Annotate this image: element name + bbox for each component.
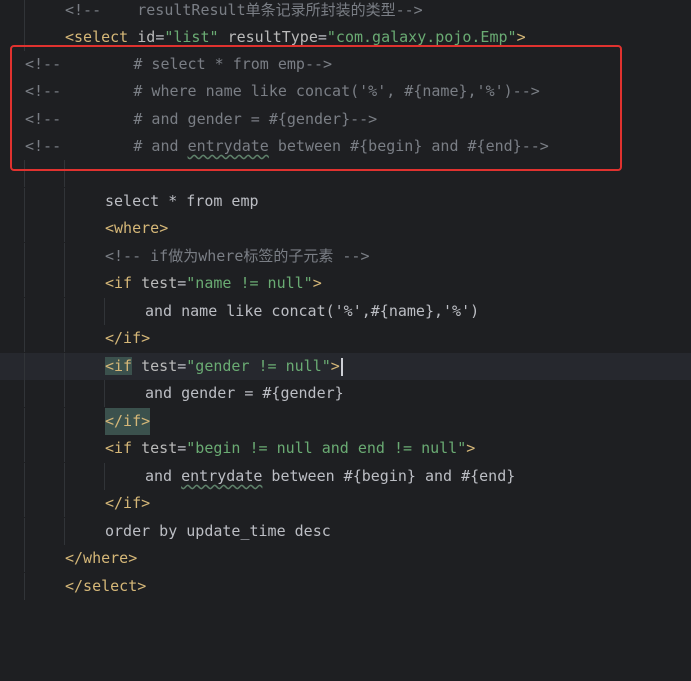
code-line-20[interactable]: order by update_time desc — [0, 518, 691, 545]
comment-open: <!-- — [25, 55, 62, 73]
comment-open: <!-- — [65, 1, 102, 19]
tag-bracket: < — [105, 274, 115, 292]
select-close-tag: </select> — [65, 577, 147, 595]
code-line-1[interactable]: <!-- resultResult单条记录所封装的类型--> — [0, 0, 691, 24]
equals: = — [177, 357, 187, 375]
comment-close: --> — [395, 1, 423, 19]
equals: = — [177, 439, 187, 457]
equals: = — [155, 28, 165, 46]
equals: = — [317, 28, 327, 46]
code-line-21[interactable]: </where> — [0, 545, 691, 572]
comment-close: --> — [521, 137, 549, 155]
sql-text: between #{begin} and #{end} — [262, 467, 516, 485]
if-close-tag-matched: </if> — [105, 408, 151, 435]
code-line-11[interactable]: <if test="name != null"> — [0, 270, 691, 297]
comment-text: # and — [61, 137, 188, 155]
tag-bracket: < — [105, 219, 115, 237]
comment-open: <!-- — [25, 137, 62, 155]
code-line-16[interactable]: </if> — [0, 408, 691, 435]
attr-test: test — [141, 357, 178, 375]
comment-text: # and gender = #{gender} — [61, 110, 351, 128]
if-tag: if — [114, 439, 133, 457]
code-line-7[interactable] — [0, 160, 691, 187]
comment-text: # select * from emp — [61, 55, 305, 73]
xml-comment: <!-- if做为where标签的子元素 --> — [105, 247, 370, 265]
where-close-tag: </where> — [65, 549, 138, 567]
comment-text: # where name like concat('%', #{name},'%… — [61, 82, 513, 100]
code-line-17[interactable]: <if test="begin != null and end != null"… — [0, 435, 691, 462]
attr-test: test — [141, 439, 178, 457]
typo-underlined-word: entrydate — [181, 467, 263, 485]
tag-bracket: > — [330, 357, 340, 375]
sql-text: and name like concat('%',#{name},'%') — [145, 302, 480, 320]
comment-close: --> — [304, 55, 333, 73]
if-tag: if — [114, 274, 133, 292]
comment-text: between #{begin} and #{end} — [268, 137, 522, 155]
code-line-12[interactable]: and name like concat('%',#{name},'%') — [0, 298, 691, 325]
code-line-19[interactable]: </if> — [0, 490, 691, 517]
tag-bracket: < — [105, 439, 115, 457]
if-tag-matched: if — [114, 357, 133, 375]
tag-bracket: > — [312, 274, 322, 292]
sql-text: and gender = #{gender} — [145, 384, 344, 402]
comment-open: <!-- — [25, 82, 62, 100]
code-line-4[interactable]: <!-- # where name like concat('%', #{nam… — [0, 78, 691, 105]
attr-test-value: "gender != null" — [186, 357, 331, 375]
tag-bracket: > — [466, 439, 476, 457]
code-line-14[interactable]: <if test="gender != null"> — [0, 353, 691, 380]
tag-bracket: > — [159, 219, 169, 237]
attr-id-value: "list" — [164, 28, 219, 46]
attr-resulttype: resultType — [227, 28, 318, 46]
code-line-9[interactable]: <where> — [0, 215, 691, 242]
text-caret — [340, 357, 343, 376]
attr-test-value: "begin != null and end != null" — [186, 439, 467, 457]
typo-underlined-word: entrydate — [187, 137, 269, 155]
select-tag: select — [74, 28, 129, 46]
if-close-tag: </if> — [105, 329, 151, 347]
equals: = — [177, 274, 187, 292]
code-editor[interactable]: <!-- resultResult单条记录所封装的类型--> <select i… — [0, 0, 691, 600]
comment-close: --> — [350, 110, 378, 128]
where-tag: where — [114, 219, 160, 237]
attr-resulttype-value: "com.galaxy.pojo.Emp" — [326, 28, 517, 46]
code-line-8[interactable]: select * from emp — [0, 188, 691, 215]
code-line-13[interactable]: </if> — [0, 325, 691, 352]
code-line-18[interactable]: and entrydate between #{begin} and #{end… — [0, 463, 691, 490]
attr-test-value: "name != null" — [186, 274, 313, 292]
code-line-3[interactable]: <!-- # select * from emp--> — [0, 51, 691, 78]
if-close-tag: </if> — [105, 494, 151, 512]
attr-test: test — [141, 274, 178, 292]
code-line-10[interactable]: <!-- if做为where标签的子元素 --> — [0, 243, 691, 270]
sql-text: order by update_time desc — [105, 522, 331, 540]
sql-text: and — [145, 467, 182, 485]
comment-open: <!-- — [25, 110, 62, 128]
comment-text: resultResult单条记录所封装的类型 — [101, 1, 396, 19]
code-line-6[interactable]: <!-- # and entrydate between #{begin} an… — [0, 133, 691, 160]
comment-close: --> — [512, 82, 540, 100]
code-line-5[interactable]: <!-- # and gender = #{gender}--> — [0, 106, 691, 133]
code-line-22[interactable]: </select> — [0, 573, 691, 600]
code-line-15[interactable]: and gender = #{gender} — [0, 380, 691, 407]
tag-bracket: > — [516, 28, 526, 46]
sql-text: select * from emp — [105, 192, 259, 210]
tag-bracket: < — [105, 357, 115, 375]
tag-bracket: < — [65, 28, 75, 46]
attr-id: id — [137, 28, 156, 46]
code-line-2[interactable]: <select id="list" resultType="com.galaxy… — [0, 24, 691, 51]
